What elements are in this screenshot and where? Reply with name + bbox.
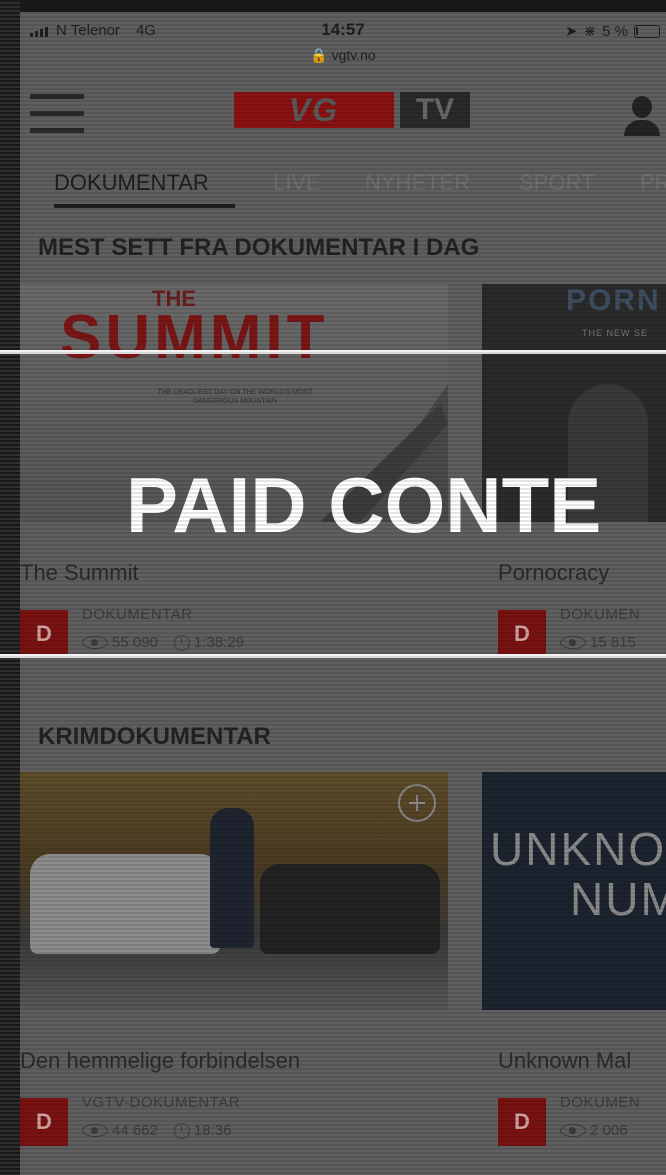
status-bar: N Telenor 4G 14:57 🔒 vgtv.no ➤ ⋇ 5 % [20, 12, 666, 74]
url-text: vgtv.no [331, 47, 376, 63]
tab-dokumentar[interactable]: DOKUMENTAR [54, 170, 209, 196]
video-stats: 44 662 18:36 [82, 1122, 231, 1139]
url-bar[interactable]: 🔒 vgtv.no [20, 47, 666, 64]
add-to-list-icon[interactable] [398, 784, 436, 822]
clock-icon [173, 1122, 190, 1139]
vgtv-logo[interactable]: VG TV [234, 92, 470, 128]
video-thumbnail[interactable] [20, 772, 448, 1010]
video-duration: 18:36 [193, 1122, 232, 1139]
category-tabs: DOKUMENTAR LIVE NYHETER SPORT PR [20, 154, 666, 222]
thumb-title: PORN [566, 284, 661, 317]
car-image [260, 864, 440, 954]
logo-vg: VG [234, 92, 394, 128]
car-image [30, 854, 220, 954]
lock-icon: 🔒 [310, 47, 328, 63]
thumb-subtitle: THE NEW SE [582, 328, 649, 338]
status-right: ➤ ⋇ 5 % [565, 22, 660, 40]
location-icon: ➤ [564, 23, 578, 40]
video-stats: 2 006 [560, 1122, 628, 1139]
tab-live[interactable]: LIVE [273, 170, 321, 196]
section-title-mest-sett: MEST SETT FRA DOKUMENTAR I DAG [38, 234, 480, 261]
menu-icon[interactable] [30, 94, 84, 134]
video-title[interactable]: Unknown Mal [498, 1048, 631, 1074]
battery-icon [634, 24, 660, 38]
site-header: VG TV [20, 74, 666, 154]
tab-nyheter[interactable]: NYHETER [365, 170, 470, 196]
section-title-krimdokumentar: KRIMDOKUMENTAR [38, 723, 271, 750]
view-count: 2 006 [590, 1122, 628, 1139]
channel-name[interactable]: VGTV-DOKUMENTAR [82, 1094, 240, 1111]
channel-name[interactable]: DOKUMEN [560, 1094, 640, 1111]
paid-content-banner: PAID CONTE [0, 350, 666, 658]
channel-badge[interactable]: D [498, 1098, 546, 1146]
eye-icon [560, 1124, 586, 1137]
tab-pr[interactable]: PR [640, 170, 666, 196]
user-icon[interactable] [622, 96, 666, 136]
video-title[interactable]: Den hemmelige forbindelsen [20, 1048, 300, 1074]
thumb-title-line2: NUM [570, 873, 666, 925]
active-tab-indicator [54, 204, 235, 208]
tab-sport[interactable]: SPORT [519, 170, 594, 196]
bluetooth-icon: ⋇ [583, 23, 597, 40]
top-bezel [0, 0, 666, 12]
logo-tv: TV [400, 92, 470, 128]
eye-icon [82, 1124, 108, 1137]
video-thumbnail[interactable]: UNKNOW NUM [482, 772, 666, 1010]
channel-badge[interactable]: D [20, 1098, 68, 1146]
thumb-title-line1: UNKNOW [490, 823, 666, 875]
view-count: 44 662 [112, 1122, 158, 1139]
person-image [210, 808, 254, 948]
battery-percent: 5 % [602, 22, 628, 40]
paid-content-label: PAID CONTE [126, 461, 602, 549]
